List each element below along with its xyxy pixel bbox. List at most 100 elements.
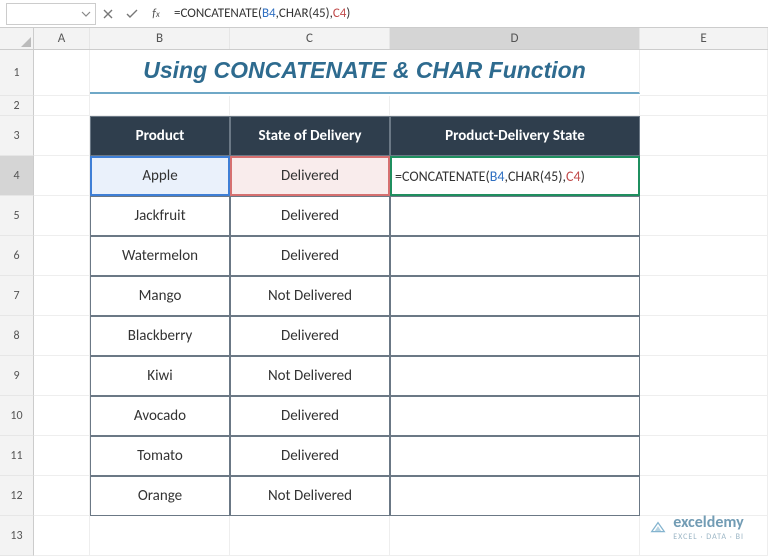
row-header-1[interactable]: 1 <box>0 50 34 96</box>
formula-bar: fx = CONCATENATE ( B4 , CHAR ( 45 ) , C4… <box>0 0 768 28</box>
row-header-3[interactable]: 3 <box>0 116 34 156</box>
cell-e9[interactable] <box>640 356 768 396</box>
page-title[interactable]: Using CONCATENATE & CHAR Function <box>90 50 640 94</box>
fx-label[interactable]: fx <box>144 7 168 21</box>
cell-e11[interactable] <box>640 436 768 476</box>
dropdown-icon[interactable] <box>81 9 91 19</box>
row-header-8[interactable]: 8 <box>0 316 34 356</box>
cell-d5[interactable] <box>390 196 640 236</box>
inline-formula: =CONCATENATE(B4,CHAR(45),C4) <box>395 168 589 185</box>
cell-d2[interactable] <box>390 96 640 116</box>
confirm-button[interactable] <box>120 2 144 26</box>
cell-b11[interactable]: Tomato <box>90 436 230 476</box>
row-header-12[interactable]: 12 <box>0 476 34 516</box>
cell-a12[interactable] <box>34 476 90 516</box>
cell-d12[interactable] <box>390 476 640 516</box>
cell-d4-active[interactable]: =CONCATENATE(B4,CHAR(45),C4) <box>390 156 640 196</box>
x-icon <box>103 9 113 19</box>
cell-c6[interactable]: Delivered <box>230 236 390 276</box>
cell-c8[interactable]: Delivered <box>230 316 390 356</box>
row-header-7[interactable]: 7 <box>0 276 34 316</box>
header-result[interactable]: Product-Delivery State <box>390 116 640 156</box>
cell-a9[interactable] <box>34 356 90 396</box>
column-headers: A B C D E <box>0 28 768 50</box>
col-header-d[interactable]: D <box>390 28 640 49</box>
row-header-2[interactable]: 2 <box>0 96 34 116</box>
formula-input[interactable]: = CONCATENATE ( B4 , CHAR ( 45 ) , C4 ) <box>168 3 768 25</box>
cell-d7[interactable] <box>390 276 640 316</box>
cell-d9[interactable] <box>390 356 640 396</box>
cell-e12[interactable] <box>640 476 768 516</box>
triangle-icon <box>21 37 31 47</box>
cell-d11[interactable] <box>390 436 640 476</box>
cell-e7[interactable] <box>640 276 768 316</box>
cell-a13[interactable] <box>34 516 90 556</box>
cell-a3[interactable] <box>34 116 90 156</box>
row-header-6[interactable]: 6 <box>0 236 34 276</box>
row-header-9[interactable]: 9 <box>0 356 34 396</box>
select-all-corner[interactable] <box>0 28 34 49</box>
header-state[interactable]: State of Delivery <box>230 116 390 156</box>
cell-e4[interactable] <box>640 156 768 196</box>
cell-e6[interactable] <box>640 236 768 276</box>
row-header-10[interactable]: 10 <box>0 396 34 436</box>
cell-a8[interactable] <box>34 316 90 356</box>
row-header-4[interactable]: 4 <box>0 156 34 196</box>
cell-b5[interactable]: Jackfruit <box>90 196 230 236</box>
row-header-5[interactable]: 5 <box>0 196 34 236</box>
col-header-b[interactable]: B <box>90 28 230 49</box>
cell-b13[interactable] <box>90 516 230 556</box>
cell-c12[interactable]: Not Delivered <box>230 476 390 516</box>
logo-icon <box>649 519 667 537</box>
cell-a6[interactable] <box>34 236 90 276</box>
row-header-13[interactable]: 13 <box>0 516 34 556</box>
check-icon <box>126 9 138 19</box>
cell-a7[interactable] <box>34 276 90 316</box>
cell-e2[interactable] <box>640 96 768 116</box>
cell-b7[interactable]: Mango <box>90 276 230 316</box>
cell-a2[interactable] <box>34 96 90 116</box>
cell-a10[interactable] <box>34 396 90 436</box>
cell-c11[interactable]: Delivered <box>230 436 390 476</box>
watermark: exceldemy EXCEL · DATA · BI <box>649 513 744 542</box>
cell-e10[interactable] <box>640 396 768 436</box>
cell-c7[interactable]: Not Delivered <box>230 276 390 316</box>
cell-c2[interactable] <box>230 96 390 116</box>
name-box[interactable] <box>6 3 96 25</box>
cell-c5[interactable]: Delivered <box>230 196 390 236</box>
cell-e1[interactable] <box>640 50 768 96</box>
cell-b10[interactable]: Avocado <box>90 396 230 436</box>
header-product[interactable]: Product <box>90 116 230 156</box>
watermark-title: exceldemy <box>673 513 744 532</box>
cell-d6[interactable] <box>390 236 640 276</box>
cell-b2[interactable] <box>90 96 230 116</box>
cell-c4[interactable]: Delivered <box>230 156 390 196</box>
cell-e5[interactable] <box>640 196 768 236</box>
formula-tok-fn1: CONCATENATE <box>180 6 258 21</box>
col-header-c[interactable]: C <box>230 28 390 49</box>
grid: A B C D E 1 Using CONCATENATE & CHAR Fun… <box>0 28 768 556</box>
watermark-sub: EXCEL · DATA · BI <box>673 532 744 542</box>
cell-c10[interactable]: Delivered <box>230 396 390 436</box>
cell-b6[interactable]: Watermelon <box>90 236 230 276</box>
cell-b9[interactable]: Kiwi <box>90 356 230 396</box>
cell-a11[interactable] <box>34 436 90 476</box>
col-header-a[interactable]: A <box>34 28 90 49</box>
formula-tok-b4: B4 <box>262 6 276 21</box>
cell-e3[interactable] <box>640 116 768 156</box>
cell-b4[interactable]: Apple <box>90 156 230 196</box>
cell-c9[interactable]: Not Delivered <box>230 356 390 396</box>
cell-a1[interactable] <box>34 50 90 96</box>
cell-a4[interactable] <box>34 156 90 196</box>
row-header-11[interactable]: 11 <box>0 436 34 476</box>
cell-b8[interactable]: Blackberry <box>90 316 230 356</box>
cell-d13[interactable] <box>390 516 640 556</box>
cell-a5[interactable] <box>34 196 90 236</box>
cell-e8[interactable] <box>640 316 768 356</box>
cell-b12[interactable]: Orange <box>90 476 230 516</box>
cell-d10[interactable] <box>390 396 640 436</box>
cell-c13[interactable] <box>230 516 390 556</box>
cell-d8[interactable] <box>390 316 640 356</box>
col-header-e[interactable]: E <box>640 28 768 49</box>
cancel-button[interactable] <box>96 2 120 26</box>
